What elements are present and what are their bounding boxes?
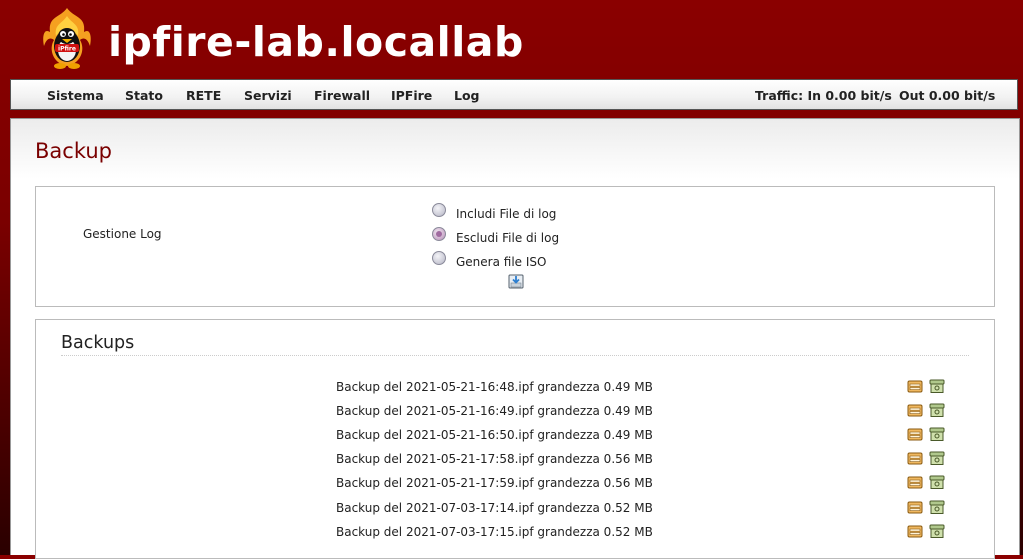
svg-text:iPfire: iPfire: [58, 46, 76, 53]
ipfire-logo-icon: iPfire: [43, 8, 91, 69]
backups-title: Backups: [61, 333, 135, 353]
backup-entry-text: Backup del 2021-07-03-17:15.ipf grandezz…: [336, 525, 653, 539]
iso-label: Genera file ISO: [456, 255, 547, 269]
host-title: ipfire-lab.locallab: [108, 18, 524, 66]
backup-row: Backup del 2021-07-03-17:15.ipf grandezz…: [36, 520, 994, 544]
download-icon[interactable]: [907, 523, 923, 539]
log-options-box: Gestione Log Includi File di log Escludi…: [35, 186, 995, 307]
backup-row: Backup del 2021-07-03-17:14.ipf grandezz…: [36, 496, 994, 520]
restore-icon[interactable]: [929, 523, 945, 539]
nav-stato[interactable]: Stato: [125, 80, 163, 111]
nav-firewall[interactable]: Firewall: [314, 80, 370, 111]
backup-row: Backup del 2021-05-21-16:49.ipf grandezz…: [36, 399, 994, 423]
page-title: Backup: [35, 139, 112, 163]
include-logs-radio[interactable]: [432, 203, 446, 217]
download-icon[interactable]: [907, 426, 923, 442]
backup-row: Backup del 2021-05-21-17:58.ipf grandezz…: [36, 447, 994, 471]
download-icon[interactable]: [907, 402, 923, 418]
nav-sistema[interactable]: Sistema: [47, 80, 104, 111]
backup-entry-text: Backup del 2021-05-21-17:59.ipf grandezz…: [336, 476, 653, 490]
iso-radio[interactable]: [432, 251, 446, 265]
download-icon[interactable]: [907, 474, 923, 490]
backup-entry-text: Backup del 2021-05-21-16:48.ipf grandezz…: [336, 380, 653, 394]
restore-icon[interactable]: [929, 402, 945, 418]
main-navbar: Sistema Stato RETE Servizi Firewall IPFi…: [10, 79, 1018, 110]
restore-icon[interactable]: [929, 474, 945, 490]
backup-row: Backup del 2021-05-21-17:59.ipf grandezz…: [36, 471, 994, 495]
content-header-shade: [11, 119, 1019, 179]
backup-entry-text: Backup del 2021-07-03-17:14.ipf grandezz…: [336, 501, 653, 515]
download-icon[interactable]: [907, 499, 923, 515]
backups-divider: [61, 355, 969, 356]
nav-servizi[interactable]: Servizi: [244, 80, 292, 111]
exclude-logs-radio[interactable]: [432, 227, 446, 241]
restore-icon[interactable]: [929, 450, 945, 466]
traffic-in: Traffic: In 0.00 bit/s: [755, 88, 892, 103]
backup-row: Backup del 2021-05-21-16:50.ipf grandezz…: [36, 423, 994, 447]
restore-icon[interactable]: [929, 378, 945, 394]
header: iPfire ipfire-lab.locallab: [0, 0, 1023, 80]
traffic-out: Out 0.00 bit/s: [899, 88, 996, 103]
main-content: Backup Gestione Log Includi File di log …: [10, 118, 1020, 559]
nav-log[interactable]: Log: [454, 80, 480, 111]
restore-icon[interactable]: [929, 426, 945, 442]
nav-ipfire[interactable]: IPFire: [391, 80, 432, 111]
include-logs-label: Includi File di log: [456, 207, 557, 221]
backup-row: Backup del 2021-05-21-16:48.ipf grandezz…: [36, 375, 994, 399]
download-icon[interactable]: [907, 450, 923, 466]
restore-icon[interactable]: [929, 499, 945, 515]
backups-box: Backups Backup del 2021-05-21-16:48.ipf …: [35, 319, 995, 559]
download-icon[interactable]: [907, 378, 923, 394]
exclude-logs-label: Escludi File di log: [456, 231, 560, 245]
backup-entry-text: Backup del 2021-05-21-16:49.ipf grandezz…: [336, 404, 653, 418]
backup-entry-text: Backup del 2021-05-21-17:58.ipf grandezz…: [336, 452, 653, 466]
nav-rete[interactable]: RETE: [186, 80, 221, 111]
save-backup-icon[interactable]: [508, 273, 524, 289]
gestione-log-label: Gestione Log: [83, 227, 162, 241]
backup-entry-text: Backup del 2021-05-21-16:50.ipf grandezz…: [336, 428, 653, 442]
